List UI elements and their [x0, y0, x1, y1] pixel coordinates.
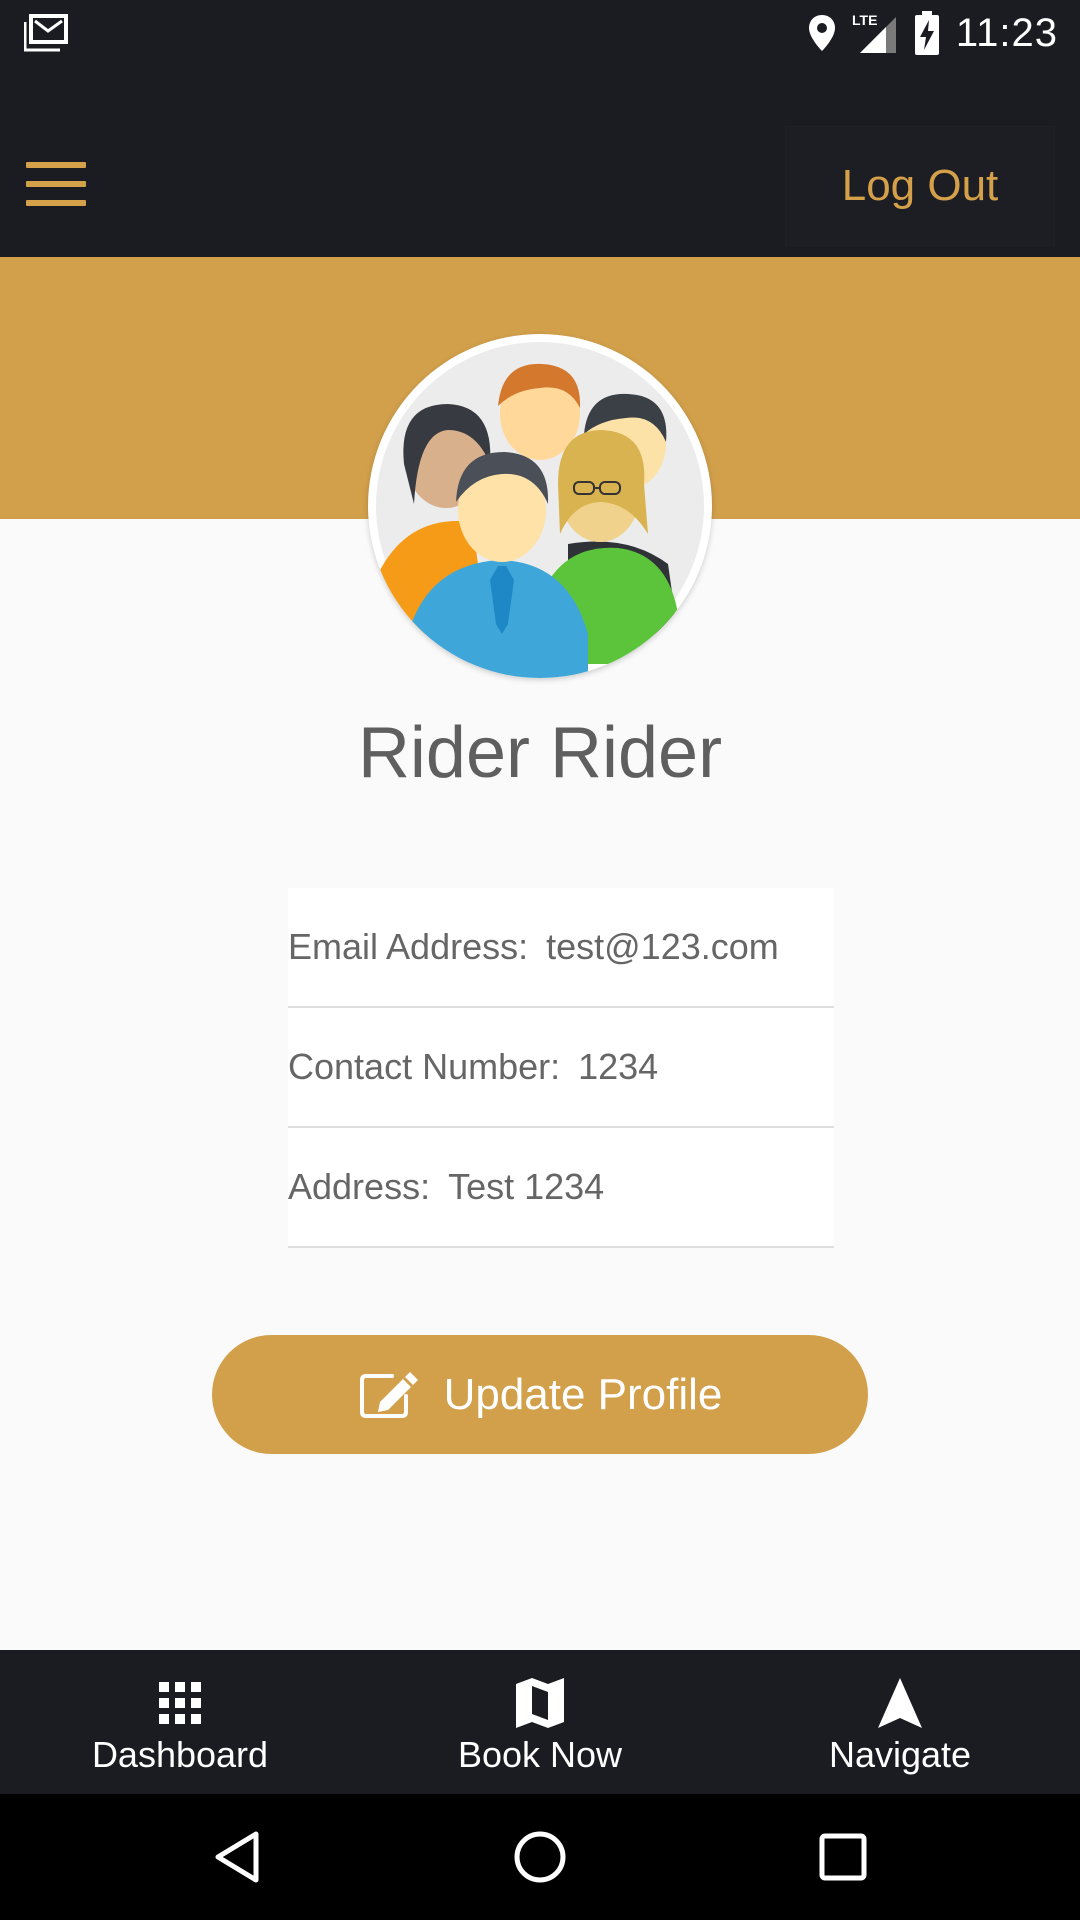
battery-charging-icon: [914, 11, 939, 55]
nav-book-now-label: Book Now: [457, 1734, 623, 1775]
group-users-avatar: [376, 342, 704, 678]
nav-book-now[interactable]: Book Now: [360, 1650, 720, 1794]
contact-row: Contact Number: 1234: [288, 1008, 834, 1128]
app-bar: Log Out: [0, 66, 1080, 257]
recents-icon[interactable]: [810, 1824, 876, 1890]
bottom-navigation: Dashboard Book Now Navigate: [0, 1650, 1080, 1794]
gmail-icon: [24, 14, 68, 52]
contact-value: 1234: [578, 1046, 659, 1087]
status-bar: LTE 11:23: [0, 0, 1080, 66]
hamburger-menu-icon[interactable]: [26, 162, 86, 206]
nav-navigate-label: Navigate: [828, 1734, 972, 1775]
profile-info-list: Email Address: test@123.com Contact Numb…: [288, 888, 834, 1248]
email-label: Email Address:: [288, 926, 529, 967]
edit-icon: [359, 1371, 418, 1418]
status-time: 11:23: [955, 10, 1058, 55]
nav-dashboard[interactable]: Dashboard: [0, 1650, 360, 1794]
profile-screen: LTE 11:23 Log Out Rider Rider Email Addr…: [0, 0, 1080, 1920]
email-value: test@123.com: [546, 926, 779, 967]
nav-navigate[interactable]: Navigate: [720, 1650, 1080, 1794]
avatar: [368, 334, 712, 678]
nav-dashboard-label: Dashboard: [91, 1734, 269, 1775]
grid-icon: [159, 1682, 201, 1724]
update-profile-button[interactable]: Update Profile: [212, 1335, 868, 1454]
lte-signal-icon: LTE: [852, 12, 896, 53]
home-icon[interactable]: [507, 1824, 573, 1890]
back-icon[interactable]: [204, 1824, 270, 1890]
navigation-arrow-icon: [878, 1678, 922, 1728]
address-row: Address: Test 1234: [288, 1128, 834, 1248]
location-icon: [808, 15, 835, 51]
status-icons: LTE 11:23: [808, 8, 1058, 58]
system-navigation-bar: [0, 1794, 1080, 1920]
email-row: Email Address: test@123.com: [288, 888, 834, 1008]
contact-label: Contact Number:: [288, 1046, 561, 1087]
lte-label: LTE: [852, 12, 877, 28]
map-icon: [516, 1678, 564, 1728]
address-label: Address:: [288, 1166, 431, 1207]
user-name: Rider Rider: [357, 713, 723, 793]
address-value: Test 1234: [448, 1166, 605, 1207]
logout-button[interactable]: Log Out: [785, 126, 1055, 246]
update-profile-label: Update Profile: [443, 1369, 723, 1419]
